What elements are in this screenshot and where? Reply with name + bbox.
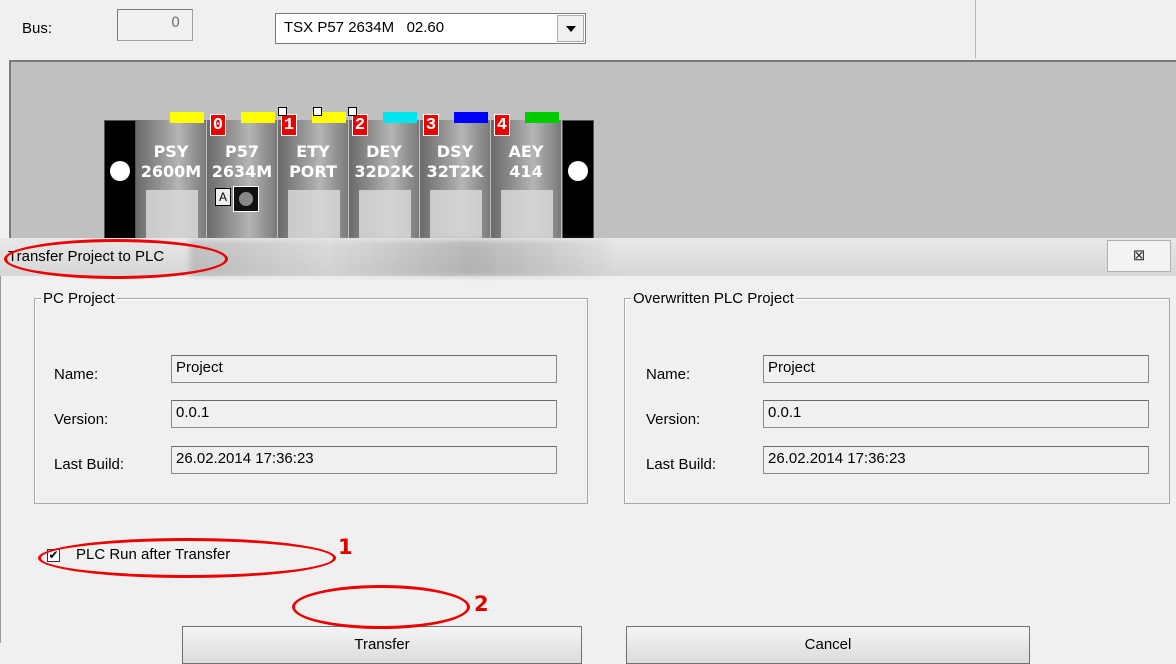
- cpu-select[interactable]: TSX P57 2634M 02.60: [275, 13, 586, 44]
- plc-build-field[interactable]: 26.02.2014 17:36:23: [763, 446, 1149, 474]
- module-slot-number: 0: [210, 114, 226, 136]
- annotation-marker-2: 2: [474, 592, 489, 616]
- module-color-stripe: [454, 112, 488, 123]
- annotation-marker-1: 1: [338, 535, 353, 559]
- module-ref-label: PORT: [289, 162, 337, 181]
- module-slot-number: 1: [281, 114, 297, 136]
- rack-view: PSY 2600M 0 P57 2634M A 1 ETY PORT 2 DEY…: [9, 60, 1176, 248]
- module-type-label: AEY: [508, 142, 544, 161]
- module-ref-label: 2634M: [211, 162, 273, 181]
- rack-bolt-icon: [110, 161, 130, 181]
- port-icon: [233, 186, 259, 212]
- blurred-background-region: [190, 240, 610, 276]
- plc-version-label: Version:: [646, 411, 701, 428]
- selection-handle[interactable]: [313, 107, 322, 116]
- rack-bolt-icon: [568, 161, 588, 181]
- annotation-ellipse-checkbox: [38, 538, 336, 578]
- transfer-button[interactable]: Transfer: [182, 626, 582, 664]
- chevron-down-icon: [566, 26, 576, 32]
- pc-version-label: Version:: [54, 411, 109, 428]
- pc-version-field[interactable]: 0.0.1: [171, 400, 557, 428]
- pc-build-label: Last Build:: [54, 456, 125, 473]
- annotation-ellipse-transfer: [292, 585, 470, 629]
- memory-card-icon: A: [215, 188, 231, 206]
- close-button[interactable]: ⊠: [1107, 240, 1171, 272]
- module-type-label: P57: [225, 142, 259, 161]
- bus-label: Bus:: [22, 20, 53, 37]
- module-slot-number: 2: [352, 114, 368, 136]
- module-type-label: DEY: [366, 142, 402, 161]
- rack-right-rail: [562, 120, 594, 240]
- plc-project-legend: Overwritten PLC Project: [633, 290, 794, 307]
- close-icon: ⊠: [1132, 247, 1146, 264]
- cpu-select-dropdown-button[interactable]: [557, 15, 584, 42]
- plc-name-field[interactable]: Project: [763, 355, 1149, 383]
- module-color-stripe: [525, 112, 559, 123]
- module-color-stripe: [241, 112, 275, 123]
- pc-project-legend: PC Project: [43, 290, 115, 307]
- rack-left-rail: [104, 120, 136, 240]
- rack-module-p57[interactable]: 0 P57 2634M A: [207, 112, 277, 248]
- module-type-label: ETY: [296, 142, 330, 161]
- toolbar-divider: [975, 0, 976, 58]
- cancel-button[interactable]: Cancel: [626, 626, 1030, 664]
- rack-module-ety[interactable]: 1 ETY PORT: [278, 112, 348, 248]
- cpu-select-value: TSX P57 2634M 02.60: [284, 19, 445, 36]
- selection-handle[interactable]: [348, 107, 357, 116]
- module-type-label: PSY: [153, 142, 189, 161]
- module-ref-label: 414: [509, 162, 543, 181]
- module-ref-label: 32T2K: [426, 162, 484, 181]
- plc-version-field[interactable]: 0.0.1: [763, 400, 1149, 428]
- top-toolbar: Bus: 0 TSX P57 2634M 02.60: [0, 0, 1176, 58]
- module-color-stripe: [383, 112, 417, 123]
- plc-build-label: Last Build:: [646, 456, 717, 473]
- dialog-body: PC Project Name: Project Version: 0.0.1 …: [0, 276, 1176, 664]
- plc-name-label: Name:: [646, 366, 691, 383]
- pc-name-field[interactable]: Project: [171, 355, 557, 383]
- bus-number-field[interactable]: 0: [117, 9, 193, 41]
- rack-module-dey[interactable]: 2 DEY 32D2K: [349, 112, 419, 248]
- module-slot-number: 4: [494, 114, 510, 136]
- transfer-dialog: Transfer Project to PLC ⊠ PC Project Nam…: [0, 238, 1176, 664]
- rack-module-dsy[interactable]: 3 DSY 32T2K: [420, 112, 490, 248]
- rack-module-psy[interactable]: PSY 2600M: [136, 112, 206, 248]
- module-color-stripe: [170, 112, 204, 123]
- module-slot-number: 3: [423, 114, 439, 136]
- pc-build-field[interactable]: 26.02.2014 17:36:23: [171, 446, 557, 474]
- pc-name-label: Name:: [54, 366, 99, 383]
- module-ref-label: 2600M: [140, 162, 202, 181]
- module-type-label: DSY: [436, 142, 474, 161]
- selection-handle[interactable]: [278, 107, 287, 116]
- module-ref-label: 32D2K: [354, 162, 414, 181]
- annotation-ellipse-title: [4, 239, 228, 279]
- rack-module-aey[interactable]: 4 AEY 414: [491, 112, 561, 248]
